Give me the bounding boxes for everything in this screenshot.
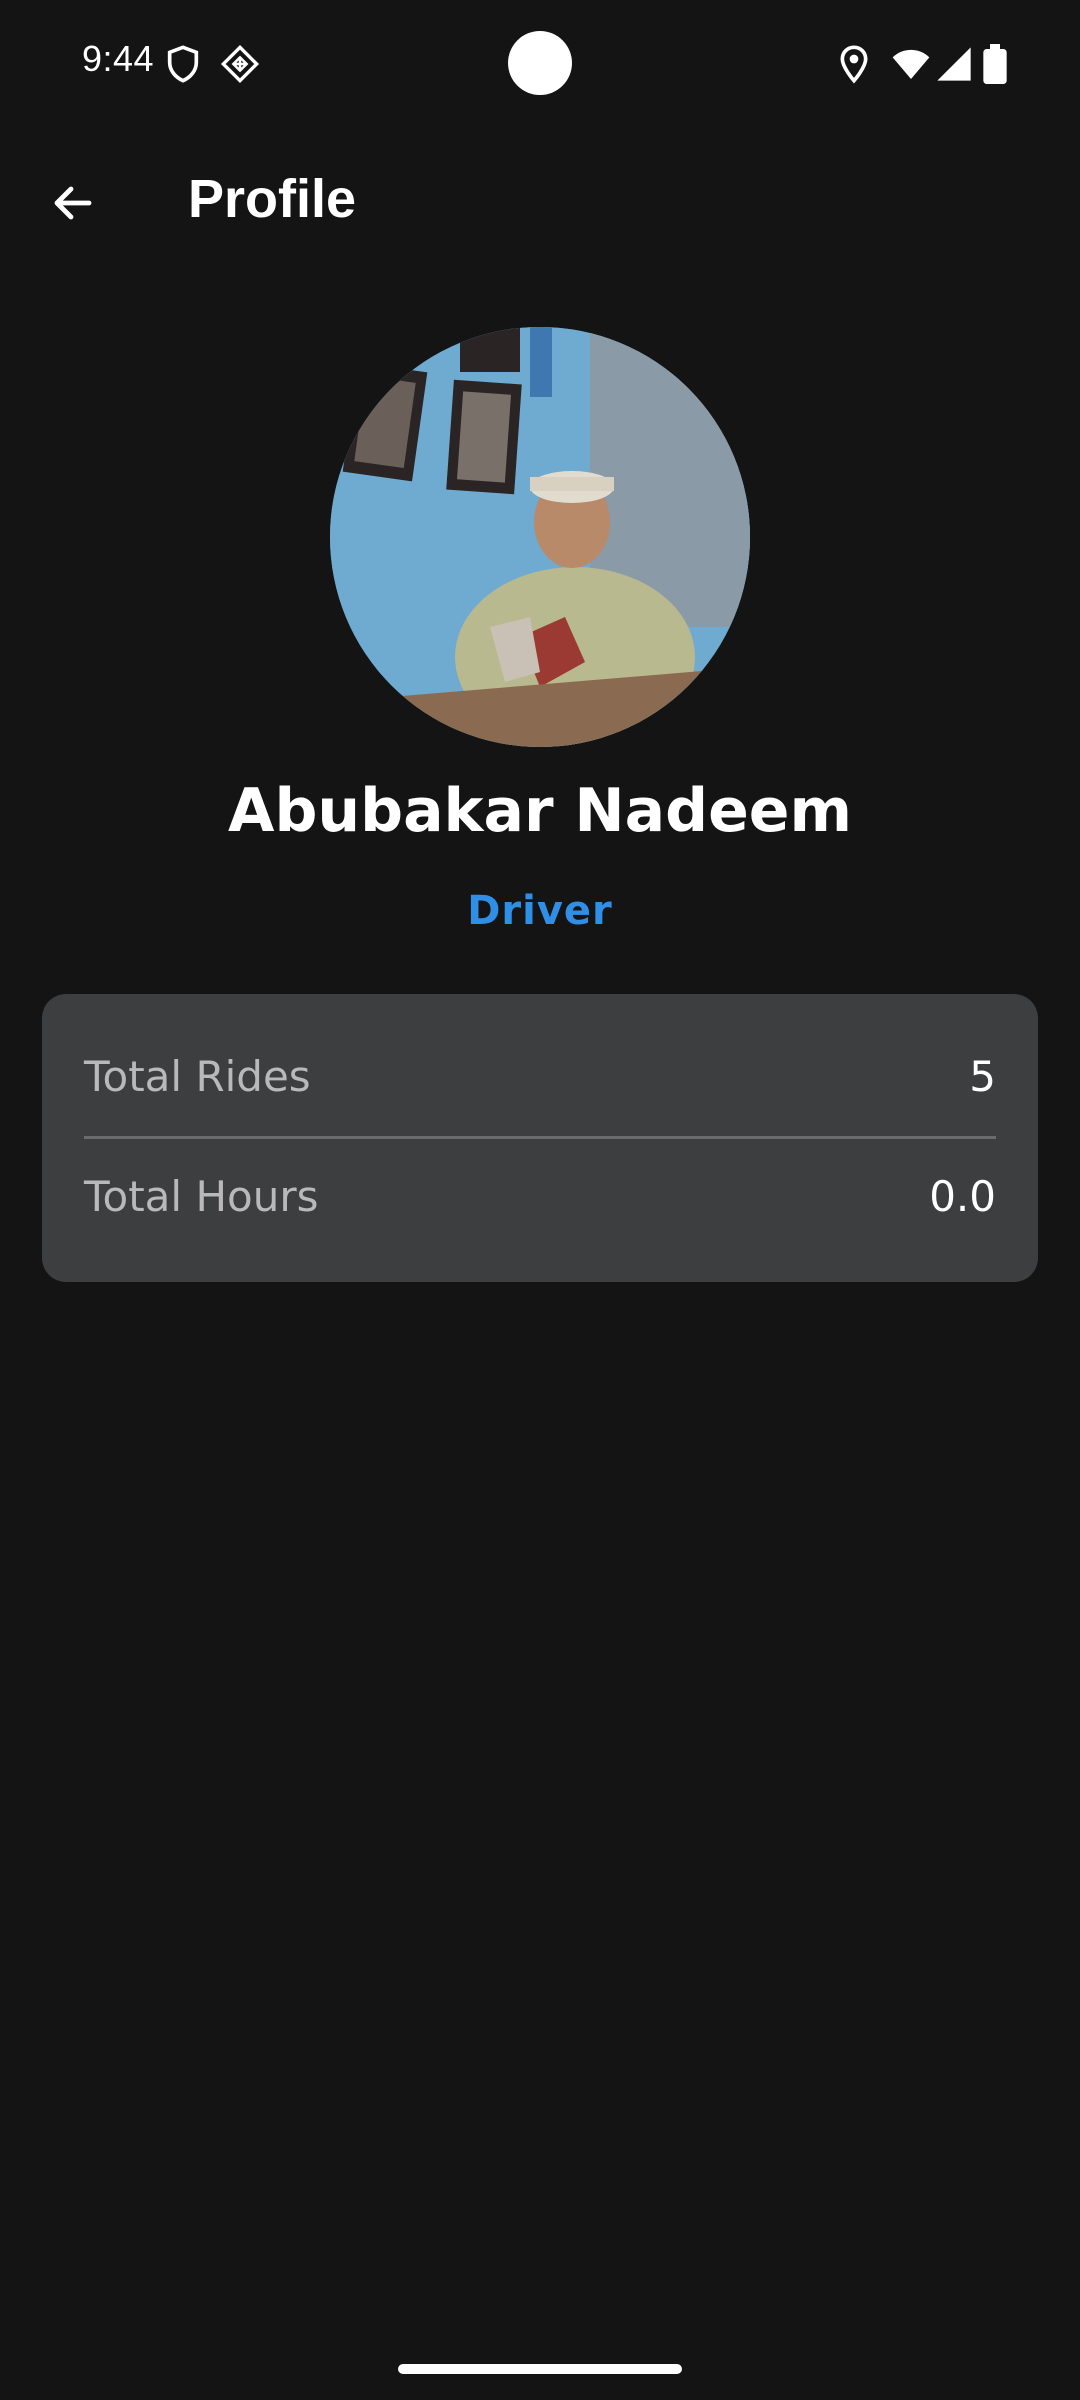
total-hours-value: 0.0 bbox=[929, 1171, 996, 1221]
total-rides-label: Total Rides bbox=[84, 1051, 311, 1101]
battery-icon bbox=[980, 44, 1010, 84]
total-hours-label: Total Hours bbox=[84, 1171, 319, 1221]
avatar[interactable] bbox=[330, 327, 750, 747]
wifi-icon bbox=[890, 44, 932, 84]
stats-card: Total Rides 5 Total Hours 0.0 bbox=[42, 994, 1038, 1282]
stat-row-total-rides: Total Rides 5 bbox=[84, 1046, 996, 1106]
profile-name: Abubakar Nadeem bbox=[228, 776, 852, 846]
back-button[interactable] bbox=[40, 170, 106, 236]
divider bbox=[84, 1136, 996, 1139]
profile-role: Driver bbox=[467, 888, 613, 934]
app-bar: Profile bbox=[0, 140, 1080, 260]
arrow-left-icon bbox=[54, 186, 92, 220]
location-icon bbox=[834, 44, 874, 84]
home-indicator[interactable] bbox=[398, 2364, 682, 2374]
page-title: Profile bbox=[188, 169, 357, 229]
total-rides-value: 5 bbox=[969, 1051, 996, 1101]
signal-icon bbox=[934, 44, 974, 84]
status-bar: 9:44 bbox=[0, 0, 1080, 130]
shield-icon bbox=[163, 44, 203, 84]
status-time: 9:44 bbox=[82, 38, 155, 79]
stat-row-total-hours: Total Hours 0.0 bbox=[84, 1166, 996, 1226]
diamond-grid-icon bbox=[220, 44, 260, 84]
camera-cutout bbox=[508, 31, 572, 95]
avatar-photo bbox=[330, 327, 750, 747]
